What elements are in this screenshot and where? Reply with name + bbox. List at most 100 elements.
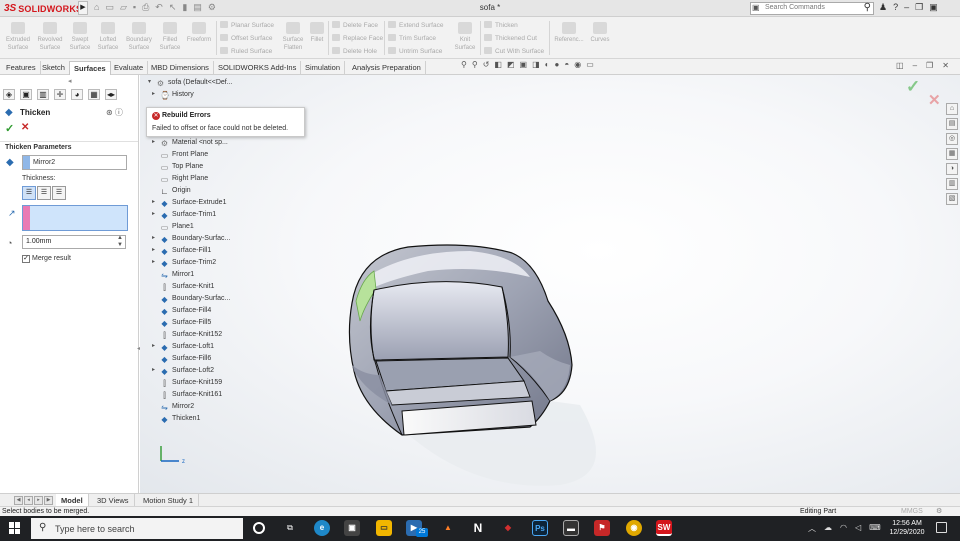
help-button[interactable]: ?	[893, 2, 898, 13]
ruled-surface-button[interactable]: Ruled Surface	[220, 47, 272, 55]
display-style-icon[interactable]: ◨	[532, 60, 540, 69]
tab-scroll-arrows-icon[interactable]: ◂▸	[105, 89, 117, 100]
display-monitor-icon[interactable]: ▭	[586, 60, 594, 69]
last-tab-icon[interactable]: ▶	[44, 496, 53, 505]
taskbar-search-box[interactable]: ⚲ Type here to search	[31, 518, 243, 539]
first-tab-icon[interactable]: ◀	[14, 496, 23, 505]
options-gear-icon[interactable]: ⚙	[208, 2, 216, 13]
freeform-button[interactable]: Freeform	[184, 22, 214, 44]
confirmation-corner-cancel-icon[interactable]: ✕	[928, 91, 941, 109]
expand-arrow-icon[interactable]: ▸	[152, 246, 155, 253]
delete-hole-button[interactable]: Delete Hole	[332, 47, 377, 55]
media-app-icon[interactable]: ◆	[500, 520, 516, 536]
expand-arrow-icon[interactable]: ▸	[152, 342, 155, 349]
cut-with-surface-button[interactable]: Cut With Surface	[484, 47, 544, 55]
restore-icon[interactable]: ❐	[915, 2, 923, 13]
notion-app-icon[interactable]: N	[470, 520, 486, 536]
store-icon[interactable]: ▣	[344, 520, 360, 536]
expand-arrow-icon[interactable]: ▸	[152, 138, 155, 145]
onedrive-icon[interactable]: ☁	[824, 523, 832, 534]
solidworks-resources-icon[interactable]: ⌂	[946, 103, 958, 115]
filled-surface-button[interactable]: Filled Surface	[157, 22, 183, 52]
solidworks-logo[interactable]: 3S SOLIDWORKS	[4, 2, 82, 15]
photoshop-icon[interactable]: Ps	[532, 520, 548, 536]
user-account-icon[interactable]: ♟	[879, 2, 887, 13]
file-properties-icon[interactable]: ▤	[193, 2, 202, 13]
curves-button[interactable]: Curves	[588, 22, 612, 44]
section-view-icon[interactable]: ◧	[494, 60, 502, 69]
file-explorer-icon[interactable]: ◎	[946, 133, 958, 145]
extruded-surface-button[interactable]: Extruded Surface	[3, 22, 33, 52]
fillet-button[interactable]: Fillet	[307, 22, 327, 44]
tab-simulation[interactable]: Simulation	[301, 61, 346, 75]
panel-collapse-arrow-icon[interactable]: ◂	[68, 77, 72, 85]
view-palette-icon[interactable]: ▦	[946, 148, 958, 160]
window-tile-icon[interactable]: ▣	[929, 2, 938, 13]
reference-geometry-button[interactable]: Referenc...	[552, 22, 586, 44]
dimxpert-tab-icon[interactable]: ✛	[54, 89, 66, 100]
knit-surface-button[interactable]: Knit Surface	[453, 22, 477, 52]
view-settings-icon[interactable]: ◉	[574, 60, 581, 69]
new-document-icon[interactable]: ▭	[105, 2, 114, 13]
zoom-area-icon[interactable]: ⚲	[472, 60, 478, 69]
tab-analysis-preparation[interactable]: Analysis Preparation	[348, 61, 426, 75]
surface-to-thicken-field[interactable]: Mirror2	[22, 155, 127, 170]
confirmation-corner-ok-icon[interactable]: ✓	[906, 77, 920, 97]
acrobat-icon[interactable]: ⚑	[594, 520, 610, 536]
edge-browser-icon[interactable]: e	[314, 520, 330, 536]
expand-arrow-icon[interactable]: ▸	[152, 210, 155, 217]
design-library-icon[interactable]: ▤	[946, 118, 958, 130]
next-tab-icon[interactable]: ▸	[34, 496, 43, 505]
thicken-both-sides-button[interactable]: ☰	[37, 186, 51, 200]
trim-surface-button[interactable]: Trim Surface	[388, 34, 436, 42]
task-view-icon[interactable]: ⧉	[282, 520, 298, 536]
expand-arrow-icon[interactable]: ▸	[152, 258, 155, 265]
collapse-arrow-icon[interactable]: ▾	[148, 78, 151, 85]
windows-start-icon[interactable]	[9, 522, 21, 534]
solidworks-forum-icon[interactable]: ▧	[946, 193, 958, 205]
swept-surface-button[interactable]: Swept Surface	[67, 22, 93, 52]
merge-result-checkbox[interactable]: ✓	[22, 255, 30, 263]
input-method-icon[interactable]: ⌨	[869, 523, 881, 534]
expand-arrow-icon[interactable]: ▸	[152, 366, 155, 373]
thickness-input[interactable]: 1.00mm ▲ ▼	[22, 235, 126, 249]
configuration-manager-tab-icon[interactable]: ▥	[37, 89, 49, 100]
edit-appearance-icon[interactable]: ●	[555, 60, 560, 69]
home-icon[interactable]: ⌂	[94, 2, 99, 13]
doc-minimize-icon[interactable]: –	[913, 61, 917, 70]
doc-close-icon[interactable]: ✕	[942, 61, 949, 70]
tab-features[interactable]: Features	[2, 61, 41, 75]
pm-help-icons[interactable]: ⊛ ⓘ	[106, 107, 123, 118]
sofa-model-view[interactable]	[140, 75, 960, 493]
thickened-cut-button[interactable]: Thickened Cut	[484, 34, 537, 42]
merge-bodies-selection-box[interactable]	[22, 205, 128, 231]
save-icon[interactable]: ▪	[133, 2, 136, 13]
graphics-area[interactable]	[140, 75, 960, 493]
replace-face-button[interactable]: Replace Face	[332, 34, 383, 42]
hide-show-items-icon[interactable]: ◐	[545, 60, 550, 69]
ok-button[interactable]: ✓	[5, 122, 14, 135]
previous-view-icon[interactable]: ↺	[483, 60, 490, 69]
thickness-spinner-icon[interactable]: ▲ ▼	[117, 235, 123, 249]
taskbar-clock[interactable]: 12:56 AM 12/29/2020	[880, 519, 934, 537]
lofted-surface-button[interactable]: Lofted Surface	[95, 22, 121, 52]
delete-face-button[interactable]: Delete Face	[332, 21, 378, 29]
print-icon[interactable]: ⎙	[142, 2, 149, 13]
extend-surface-button[interactable]: Extend Surface	[388, 21, 443, 29]
planar-surface-button[interactable]: Planar Surface	[220, 21, 274, 29]
thicken-parameters-group-title[interactable]: Thicken Parameters	[5, 144, 72, 151]
revolved-surface-button[interactable]: Revolved Surface	[35, 22, 65, 52]
dynamic-annotation-icon[interactable]: ◩	[507, 60, 515, 69]
tab-surfaces[interactable]: Surfaces	[69, 61, 111, 75]
expand-arrow-icon[interactable]: ▸	[152, 234, 155, 241]
tray-overflow-icon[interactable]: ︿	[808, 523, 816, 534]
minimize-icon[interactable]: –	[904, 2, 909, 13]
terminal-icon[interactable]: ▬	[563, 520, 579, 536]
expand-arrow-icon[interactable]: ▸	[152, 90, 155, 97]
undo-icon[interactable]: ↶	[155, 2, 163, 13]
rebuild-icon[interactable]: ▮	[182, 2, 187, 13]
file-explorer-taskbar-icon[interactable]: ▭	[376, 520, 392, 536]
feature-manager-tab-icon[interactable]: ◈	[3, 89, 15, 100]
search-icon[interactable]: ⚲	[864, 2, 871, 13]
thicken-side2-button[interactable]: ☰	[52, 186, 66, 200]
